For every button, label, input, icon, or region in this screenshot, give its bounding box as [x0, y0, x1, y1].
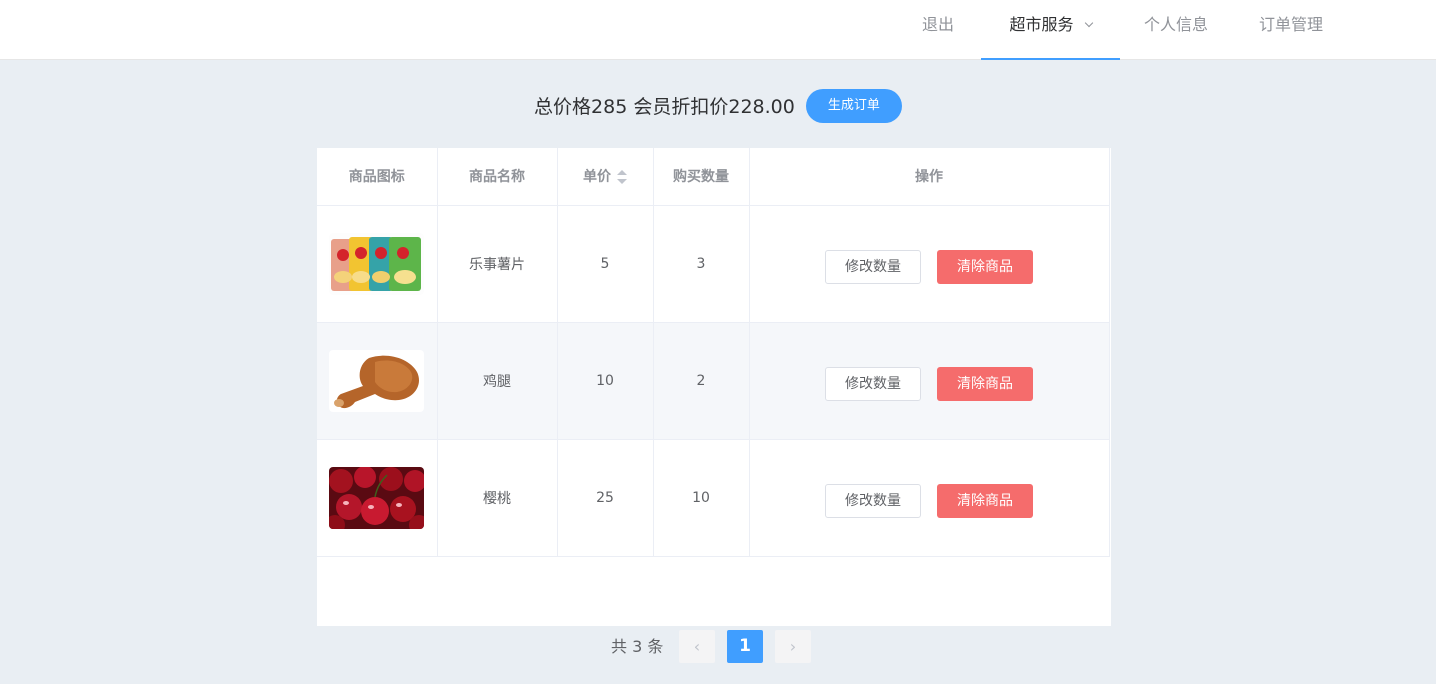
nav-service-label: 超市服务	[1009, 15, 1074, 34]
cart-table: 商品图标 商品名称 单价 购买数量 操作 乐事薯片 5 3 修改数量 清除商品 …	[317, 148, 1110, 557]
chevron-right-icon[interactable]: ›	[775, 630, 811, 663]
chips-image	[329, 232, 425, 295]
table-row: 乐事薯片 5 3 修改数量 清除商品	[317, 205, 1110, 323]
top-navbar: 退出 超市服务 个人信息 订单管理	[0, 0, 1436, 60]
cell-name: 鸡腿	[437, 322, 558, 440]
page-number-current[interactable]: 1	[727, 630, 763, 663]
cell-price: 5	[557, 205, 654, 323]
header-price[interactable]: 单价	[557, 148, 654, 206]
cell-quantity: 2	[653, 322, 750, 440]
pagination-total: 共 3 条	[611, 637, 664, 656]
header-price-label: 单价	[583, 169, 611, 186]
price-summary-text: 总价格285 会员折扣价228.00	[534, 95, 795, 118]
cell-quantity: 10	[653, 439, 750, 557]
chicken-leg-image	[329, 349, 425, 412]
table-row: 鸡腿 10 2 修改数量 清除商品	[317, 322, 1110, 440]
cell-price: 10	[557, 322, 654, 440]
edit-quantity-button[interactable]: 修改数量	[825, 483, 921, 518]
cell-actions: 修改数量 清除商品	[749, 205, 1110, 323]
remove-item-button[interactable]: 清除商品	[937, 366, 1033, 401]
cell-icon	[317, 205, 438, 323]
cell-actions: 修改数量 清除商品	[749, 322, 1110, 440]
nav-profile-label: 个人信息	[1144, 15, 1209, 34]
chevron-left-icon[interactable]: ‹	[679, 630, 715, 663]
remove-item-button[interactable]: 清除商品	[937, 483, 1033, 518]
pagination: 共 3 条 ‹ 1 ›	[0, 630, 1436, 663]
remove-item-button[interactable]: 清除商品	[937, 249, 1033, 284]
header-icon: 商品图标	[317, 148, 438, 206]
cell-actions: 修改数量 清除商品	[749, 439, 1110, 557]
cell-quantity: 3	[653, 205, 750, 323]
cart-table-panel: 商品图标 商品名称 单价 购买数量 操作 乐事薯片 5 3 修改数量 清除商品 …	[317, 148, 1111, 626]
sort-caret-icon[interactable]	[617, 170, 627, 185]
table-header-row: 商品图标 商品名称 单价 购买数量 操作	[317, 148, 1110, 206]
cell-name: 樱桃	[437, 439, 558, 557]
edit-quantity-button[interactable]: 修改数量	[825, 249, 921, 284]
cell-icon	[317, 439, 438, 557]
nav-logout-label: 退出	[922, 15, 955, 34]
cell-icon	[317, 322, 438, 440]
nav-logout[interactable]: 退出	[922, 0, 954, 60]
header-actions: 操作	[749, 148, 1110, 206]
nav-orders-label: 订单管理	[1259, 15, 1324, 34]
header-name: 商品名称	[437, 148, 558, 206]
order-summary: 总价格285 会员折扣价228.00 生成订单	[0, 89, 1436, 123]
cell-price: 25	[557, 439, 654, 557]
cell-name: 乐事薯片	[437, 205, 558, 323]
header-quantity: 购买数量	[653, 148, 750, 206]
table-row: 樱桃 25 10 修改数量 清除商品	[317, 439, 1110, 557]
generate-order-button[interactable]: 生成订单	[805, 89, 902, 123]
nav-personal-info[interactable]: 个人信息	[1144, 0, 1208, 60]
chevron-down-icon	[1084, 18, 1093, 28]
nav-supermarket-service[interactable]: 超市服务	[981, 0, 1120, 60]
edit-quantity-button[interactable]: 修改数量	[825, 366, 921, 401]
nav-order-management[interactable]: 订单管理	[1259, 0, 1323, 60]
cherry-image	[329, 466, 425, 529]
